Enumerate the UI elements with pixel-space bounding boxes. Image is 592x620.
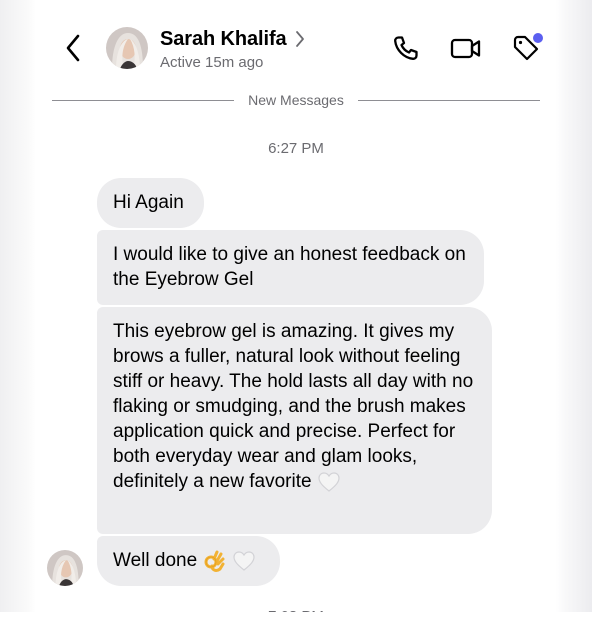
back-button[interactable] [58, 28, 88, 68]
phone-icon [394, 36, 418, 60]
white-heart-icon [318, 472, 340, 492]
sender-avatar[interactable] [47, 550, 83, 586]
tag-button[interactable] [508, 30, 544, 66]
message-text: This eyebrow gel is amazing. It gives my… [113, 321, 474, 492]
notification-dot [533, 33, 543, 43]
ok-hand-icon [204, 550, 225, 572]
message-text: Hi Again [113, 192, 184, 213]
divider-line [358, 100, 540, 101]
avatar[interactable] [106, 27, 148, 69]
video-camera-icon [450, 38, 481, 59]
video-call-button[interactable] [448, 30, 484, 66]
chevron-right-icon[interactable] [293, 29, 307, 49]
chat-header: Sarah Khalifa Active 15m ago [0, 0, 592, 84]
message-bubble[interactable]: This eyebrow gel is amazing. It gives my… [97, 307, 492, 534]
back-chevron-icon [66, 34, 80, 62]
contact-status: Active 15m ago [160, 54, 264, 71]
message-text: Well done [113, 550, 198, 571]
message-bubble[interactable]: I would like to give an honest feedback … [97, 230, 484, 305]
contact-name[interactable]: Sarah Khalifa [160, 28, 287, 51]
timestamp: 6:27 PM [268, 140, 324, 157]
voice-call-button[interactable] [388, 30, 424, 66]
message-text: I would like to give an honest feedback … [113, 244, 466, 290]
message-bubble[interactable]: Hi Again [97, 178, 204, 228]
chat-screen: Sarah Khalifa Active 15m ago New Message… [0, 0, 592, 620]
new-messages-divider: New Messages [52, 88, 540, 112]
bottom-edge [0, 612, 592, 620]
white-heart-icon [233, 551, 255, 571]
message-bubble[interactable]: Well done [97, 536, 280, 586]
